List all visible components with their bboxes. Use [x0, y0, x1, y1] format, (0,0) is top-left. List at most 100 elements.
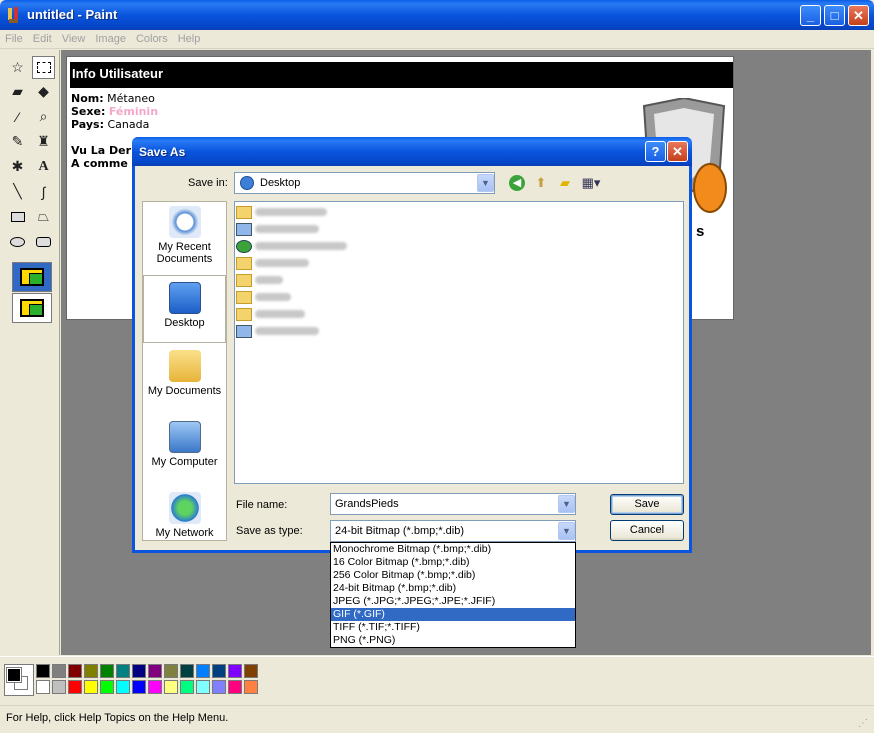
- type-option[interactable]: 16 Color Bitmap (*.bmp;*.dib): [331, 556, 575, 569]
- menu-view[interactable]: View: [57, 30, 91, 45]
- menu-edit[interactable]: Edit: [28, 30, 57, 45]
- menu-file[interactable]: File: [0, 30, 28, 45]
- type-option[interactable]: TIFF (*.TIF;*.TIFF): [331, 621, 575, 634]
- polygon-icon[interactable]: ⏢: [32, 205, 55, 228]
- list-item[interactable]: [236, 306, 305, 322]
- color-swatch[interactable]: [228, 664, 242, 678]
- new-folder-icon[interactable]: ▰: [556, 174, 574, 192]
- name-value: Métaneo: [107, 92, 155, 105]
- save-as-type-select[interactable]: 24-bit Bitmap (*.bmp;*.dib): [330, 520, 576, 542]
- color-swatch[interactable]: [100, 680, 114, 694]
- eraser-icon[interactable]: ▰: [6, 80, 29, 103]
- image-line-since: A comme: [71, 157, 128, 170]
- magnifier-icon[interactable]: ⌕: [32, 105, 55, 128]
- computer-icon: [236, 222, 252, 236]
- list-item[interactable]: [236, 204, 327, 220]
- list-item[interactable]: [236, 272, 283, 288]
- cancel-button[interactable]: Cancel: [610, 520, 684, 541]
- list-item[interactable]: [236, 289, 291, 305]
- color-swatch[interactable]: [68, 680, 82, 694]
- color-swatch[interactable]: [244, 680, 258, 694]
- menu-help[interactable]: Help: [173, 30, 206, 45]
- type-option[interactable]: Monochrome Bitmap (*.bmp;*.dib): [331, 543, 575, 556]
- menu-image[interactable]: Image: [90, 30, 131, 45]
- ellipse-icon[interactable]: [6, 230, 29, 253]
- transparency-option-opaque[interactable]: [12, 262, 52, 292]
- color-swatch[interactable]: [68, 664, 82, 678]
- color-swatch[interactable]: [180, 664, 194, 678]
- color-swatch[interactable]: [196, 664, 210, 678]
- dialog-help-button[interactable]: ?: [645, 141, 666, 162]
- color-swatch[interactable]: [244, 664, 258, 678]
- color-swatch[interactable]: [84, 664, 98, 678]
- file-name-dropdown-arrow[interactable]: ▼: [558, 495, 575, 513]
- pencil-icon[interactable]: ✎: [6, 130, 29, 153]
- color-swatch[interactable]: [116, 664, 130, 678]
- text-tool-icon[interactable]: A: [32, 155, 55, 178]
- color-swatch[interactable]: [132, 680, 146, 694]
- menu-colors[interactable]: Colors: [131, 30, 173, 45]
- place-label: My Recent Documents: [156, 241, 213, 265]
- type-option-selected[interactable]: GIF (*.GIF): [331, 608, 575, 621]
- list-item[interactable]: [236, 238, 347, 254]
- list-item[interactable]: [236, 221, 319, 237]
- place-my-computer[interactable]: My Computer: [143, 421, 226, 468]
- color-swatch[interactable]: [212, 680, 226, 694]
- color-swatch[interactable]: [180, 680, 194, 694]
- up-folder-icon[interactable]: ⬆: [532, 174, 550, 192]
- rounded-rect-icon[interactable]: [32, 230, 55, 253]
- color-swatch[interactable]: [212, 664, 226, 678]
- window-title-bar[interactable]: [0, 0, 874, 30]
- line-icon[interactable]: ╲: [6, 180, 29, 203]
- place-my-recent-documents[interactable]: My Recent Documents: [143, 206, 226, 265]
- file-name-field[interactable]: GrandsPieds: [330, 493, 576, 515]
- save-as-type-dropdown-arrow[interactable]: ▼: [558, 522, 575, 540]
- logo-text: s: [696, 223, 704, 238]
- color-swatch[interactable]: [196, 680, 210, 694]
- color-swatch[interactable]: [36, 680, 50, 694]
- save-button[interactable]: Save: [610, 494, 684, 515]
- color-swatch[interactable]: [148, 664, 162, 678]
- fill-bucket-icon[interactable]: ◆: [32, 80, 55, 103]
- dialog-title-bar[interactable]: [132, 137, 692, 166]
- airbrush-icon[interactable]: ✱: [6, 155, 29, 178]
- place-my-documents[interactable]: My Documents: [143, 350, 226, 397]
- back-icon[interactable]: ◀: [509, 175, 525, 191]
- brush-icon[interactable]: ♜: [32, 130, 55, 153]
- resize-grip-icon[interactable]: ⋰: [858, 718, 870, 730]
- color-swatch[interactable]: [164, 664, 178, 678]
- color-swatch[interactable]: [36, 664, 50, 678]
- network-icon: [236, 239, 252, 253]
- color-swatch[interactable]: [116, 680, 130, 694]
- list-item[interactable]: [236, 323, 319, 339]
- rect-select-icon[interactable]: [32, 56, 55, 79]
- rectangle-icon[interactable]: [6, 205, 29, 228]
- color-swatch[interactable]: [52, 664, 66, 678]
- list-item[interactable]: [236, 255, 309, 271]
- save-in-dropdown-arrow[interactable]: ▼: [477, 174, 494, 192]
- folder-icon: [236, 290, 252, 304]
- type-option[interactable]: 24-bit Bitmap (*.bmp;*.dib): [331, 582, 575, 595]
- view-menu-icon[interactable]: ▦▾: [580, 174, 602, 192]
- place-my-network[interactable]: My Network: [143, 492, 226, 539]
- color-swatch[interactable]: [100, 664, 114, 678]
- color-swatch[interactable]: [84, 680, 98, 694]
- place-desktop[interactable]: Desktop: [143, 275, 226, 343]
- transparency-option-transparent[interactable]: [12, 293, 52, 323]
- close-button[interactable]: ✕: [848, 5, 869, 26]
- type-option[interactable]: 256 Color Bitmap (*.bmp;*.dib): [331, 569, 575, 582]
- color-swatch[interactable]: [164, 680, 178, 694]
- type-option[interactable]: PNG (*.PNG): [331, 634, 575, 647]
- curve-icon[interactable]: ∫: [32, 180, 55, 203]
- menu-bar: File Edit View Image Colors Help: [0, 30, 874, 49]
- color-swatch[interactable]: [52, 680, 66, 694]
- type-option[interactable]: JPEG (*.JPG;*.JPEG;*.JPE;*.JFIF): [331, 595, 575, 608]
- color-swatch[interactable]: [228, 680, 242, 694]
- free-form-select-icon[interactable]: ☆: [6, 56, 29, 79]
- color-swatch[interactable]: [148, 680, 162, 694]
- minimize-button[interactable]: _: [800, 5, 821, 26]
- dialog-close-button[interactable]: ✕: [667, 141, 688, 162]
- color-swatch[interactable]: [132, 664, 146, 678]
- color-picker-icon[interactable]: ⁄: [6, 105, 29, 128]
- maximize-button[interactable]: □: [824, 5, 845, 26]
